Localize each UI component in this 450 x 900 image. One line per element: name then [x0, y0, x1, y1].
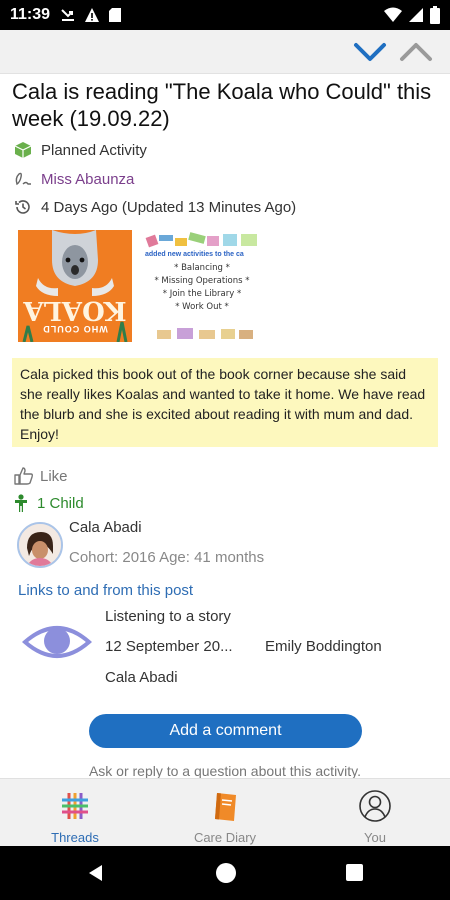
post-navigation-bar	[0, 30, 450, 74]
child-name: Cala Abadi	[69, 519, 142, 536]
thumbs-up-icon	[14, 467, 34, 485]
signature-icon	[12, 169, 34, 189]
tab-care-diary-label: Care Diary	[193, 830, 257, 845]
child-count[interactable]: 1 Child	[14, 494, 84, 512]
time-row: 4 Days Ago (Updated 13 Minutes Ago)	[12, 197, 296, 217]
linked-post-card[interactable]: Listening to a story 12 September 20... …	[20, 604, 440, 690]
sd-card-icon	[109, 8, 122, 22]
cube-icon	[12, 140, 34, 160]
links-heading: Links to and from this post	[18, 582, 194, 599]
post-type-label: Planned Activity	[41, 141, 147, 159]
chevron-down-icon[interactable]	[352, 38, 388, 66]
linked-post-title: Listening to a story	[105, 608, 231, 625]
linked-post-date: 12 September 20...	[105, 638, 233, 655]
warning-icon	[85, 8, 100, 22]
recents-icon[interactable]	[346, 864, 363, 881]
status-time: 11:39	[10, 6, 51, 23]
note-image-item: * Work Out *	[175, 302, 229, 312]
tab-threads-label: Threads	[51, 830, 99, 845]
child-count-label: 1 Child	[37, 494, 84, 512]
clock-history-icon	[12, 197, 34, 217]
book-cover-image[interactable]: WHO COULD KOALA	[18, 230, 132, 342]
post-time-label: 4 Days Ago (Updated 13 Minutes Ago)	[41, 198, 297, 216]
linked-post-author: Emily Boddington	[265, 638, 382, 655]
system-navigation-bar	[0, 846, 450, 900]
threads-icon	[62, 793, 88, 819]
tab-you-label: You	[364, 830, 386, 845]
author-link[interactable]: Miss Abaunza	[41, 171, 134, 188]
comment-hint: Ask or reply to a question about this ac…	[88, 763, 362, 778]
wifi-icon	[384, 7, 402, 22]
note-image-header: added new activities to the ca	[145, 251, 244, 258]
note-image-item: * Missing Operations *	[154, 276, 250, 286]
child-card[interactable]: Cala Abadi Cohort: 2016 Age: 41 months	[17, 516, 317, 576]
post-type-row: Planned Activity	[12, 140, 147, 160]
post-note: Cala picked this book out of the book co…	[12, 358, 438, 447]
back-icon[interactable]	[86, 863, 106, 883]
tab-care-diary[interactable]: Care Diary	[150, 779, 300, 846]
note-image-item: * Join the Library *	[162, 289, 242, 299]
signal-icon	[409, 8, 423, 22]
tab-threads[interactable]: Threads	[0, 779, 150, 846]
post-title: Cala is reading "The Koala who Could" th…	[12, 79, 432, 131]
add-comment-button[interactable]: Add a comment	[89, 714, 362, 748]
child-figure-icon	[15, 494, 27, 512]
book-cover-subtitle: WHO COULD	[42, 324, 108, 334]
status-bar: 11:39	[0, 0, 450, 30]
author-row: Miss Abaunza	[12, 169, 134, 189]
eye-icon	[22, 626, 92, 658]
child-cohort-age: Cohort: 2016 Age: 41 months	[69, 549, 265, 566]
linked-post-child: Cala Abadi	[105, 669, 178, 686]
post-detail: Cala is reading "The Koala who Could" th…	[0, 74, 450, 778]
note-image-item: * Balancing *	[174, 263, 230, 273]
like-label: Like	[40, 467, 68, 485]
bottom-tab-bar: Threads Care Diary You	[0, 778, 450, 846]
battery-icon	[430, 6, 440, 24]
like-button[interactable]: Like	[14, 467, 68, 485]
book-icon	[215, 793, 236, 821]
avatar	[17, 522, 63, 568]
chevron-up-icon[interactable]	[398, 38, 434, 66]
activities-note-image[interactable]: added new activities to the ca * Balanci…	[143, 230, 261, 342]
missed-call-icon	[61, 9, 75, 21]
tab-you[interactable]: You	[300, 779, 450, 846]
book-cover-title: KOALA	[23, 295, 127, 325]
user-profile-icon	[359, 790, 391, 822]
home-icon[interactable]	[216, 863, 236, 883]
